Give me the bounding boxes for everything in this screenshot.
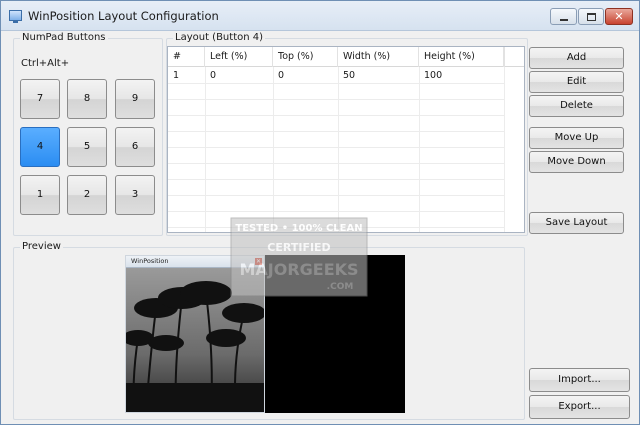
minimize-icon	[560, 19, 568, 21]
column-header-height[interactable]: Height (%)	[419, 47, 504, 67]
monitor-icon	[9, 10, 22, 23]
main-window: WinPosition Layout Configuration ✕ NumPa…	[0, 0, 640, 425]
maximize-icon	[587, 13, 596, 21]
grid-line	[168, 163, 504, 164]
edit-button[interactable]: Edit	[529, 71, 624, 93]
preview-group-label: Preview	[20, 241, 63, 252]
layout-group-label: Layout (Button 4)	[173, 32, 266, 43]
close-icon: ✕	[614, 10, 624, 23]
grid-line	[168, 179, 504, 180]
numpad-button-9[interactable]: 9	[115, 79, 155, 119]
grid-line	[273, 67, 274, 232]
watermark-line2: CERTIFIED	[267, 241, 330, 254]
grid-line	[338, 67, 339, 232]
layout-table[interactable]: # Left (%) Top (%) Width (%) Height (%) …	[167, 46, 525, 233]
move-up-button[interactable]: Move Up	[529, 127, 624, 149]
column-header-top[interactable]: Top (%)	[273, 47, 338, 67]
modifier-label: Ctrl+Alt+	[21, 58, 70, 69]
window-title: WinPosition Layout Configuration	[28, 9, 219, 23]
column-header-index[interactable]: #	[168, 47, 205, 67]
title-bar[interactable]: WinPosition Layout Configuration ✕	[1, 1, 639, 31]
grid-line	[168, 147, 504, 148]
move-down-button[interactable]: Move Down	[529, 151, 624, 173]
column-header-width[interactable]: Width (%)	[338, 47, 419, 67]
numpad-button-8[interactable]: 8	[67, 79, 107, 119]
majorgeeks-watermark: TESTED • 100% CLEAN CERTIFIED MAJORGEEKS…	[230, 217, 368, 297]
grid-line	[168, 131, 504, 132]
preview-window-title: WinPosition	[131, 257, 169, 265]
cell-index: 1	[173, 70, 180, 81]
numpad-button-3[interactable]: 3	[115, 175, 155, 215]
watermark-line4: .COM	[327, 282, 354, 292]
grid-line	[168, 211, 504, 212]
close-button[interactable]: ✕	[605, 8, 633, 25]
numpad-button-2[interactable]: 2	[67, 175, 107, 215]
numpad-button-5[interactable]: 5	[67, 127, 107, 167]
grid-line	[205, 67, 206, 232]
cell-left: 0	[210, 70, 217, 81]
column-header-left[interactable]: Left (%)	[205, 47, 273, 67]
grid-line	[419, 67, 420, 232]
export-button[interactable]: Export...	[529, 395, 630, 419]
delete-button[interactable]: Delete	[529, 95, 624, 117]
watermark-line3: MAJORGEEKS	[239, 260, 358, 279]
import-button[interactable]: Import...	[529, 368, 630, 392]
grid-line	[168, 99, 504, 100]
minimize-button[interactable]	[550, 8, 577, 25]
table-header: # Left (%) Top (%) Width (%) Height (%)	[168, 47, 524, 67]
cell-height: 100	[424, 70, 443, 81]
header-filler	[504, 47, 524, 67]
save-layout-button[interactable]: Save Layout	[529, 212, 624, 234]
numpad-button-1[interactable]: 1	[20, 175, 60, 215]
watermark-line1: TESTED • 100% CLEAN	[235, 223, 362, 234]
numpad-group-label: NumPad Buttons	[20, 32, 108, 43]
cell-top: 0	[278, 70, 285, 81]
numpad-button-7[interactable]: 7	[20, 79, 60, 119]
maximize-button[interactable]	[578, 8, 604, 25]
grid-line	[168, 83, 504, 84]
grid-line	[168, 115, 504, 116]
numpad-button-6[interactable]: 6	[115, 127, 155, 167]
grid-line	[168, 195, 504, 196]
add-button[interactable]: Add	[529, 47, 624, 69]
grid-line	[504, 67, 505, 232]
numpad-button-4[interactable]: 4	[20, 127, 60, 167]
cell-width: 50	[343, 70, 356, 81]
